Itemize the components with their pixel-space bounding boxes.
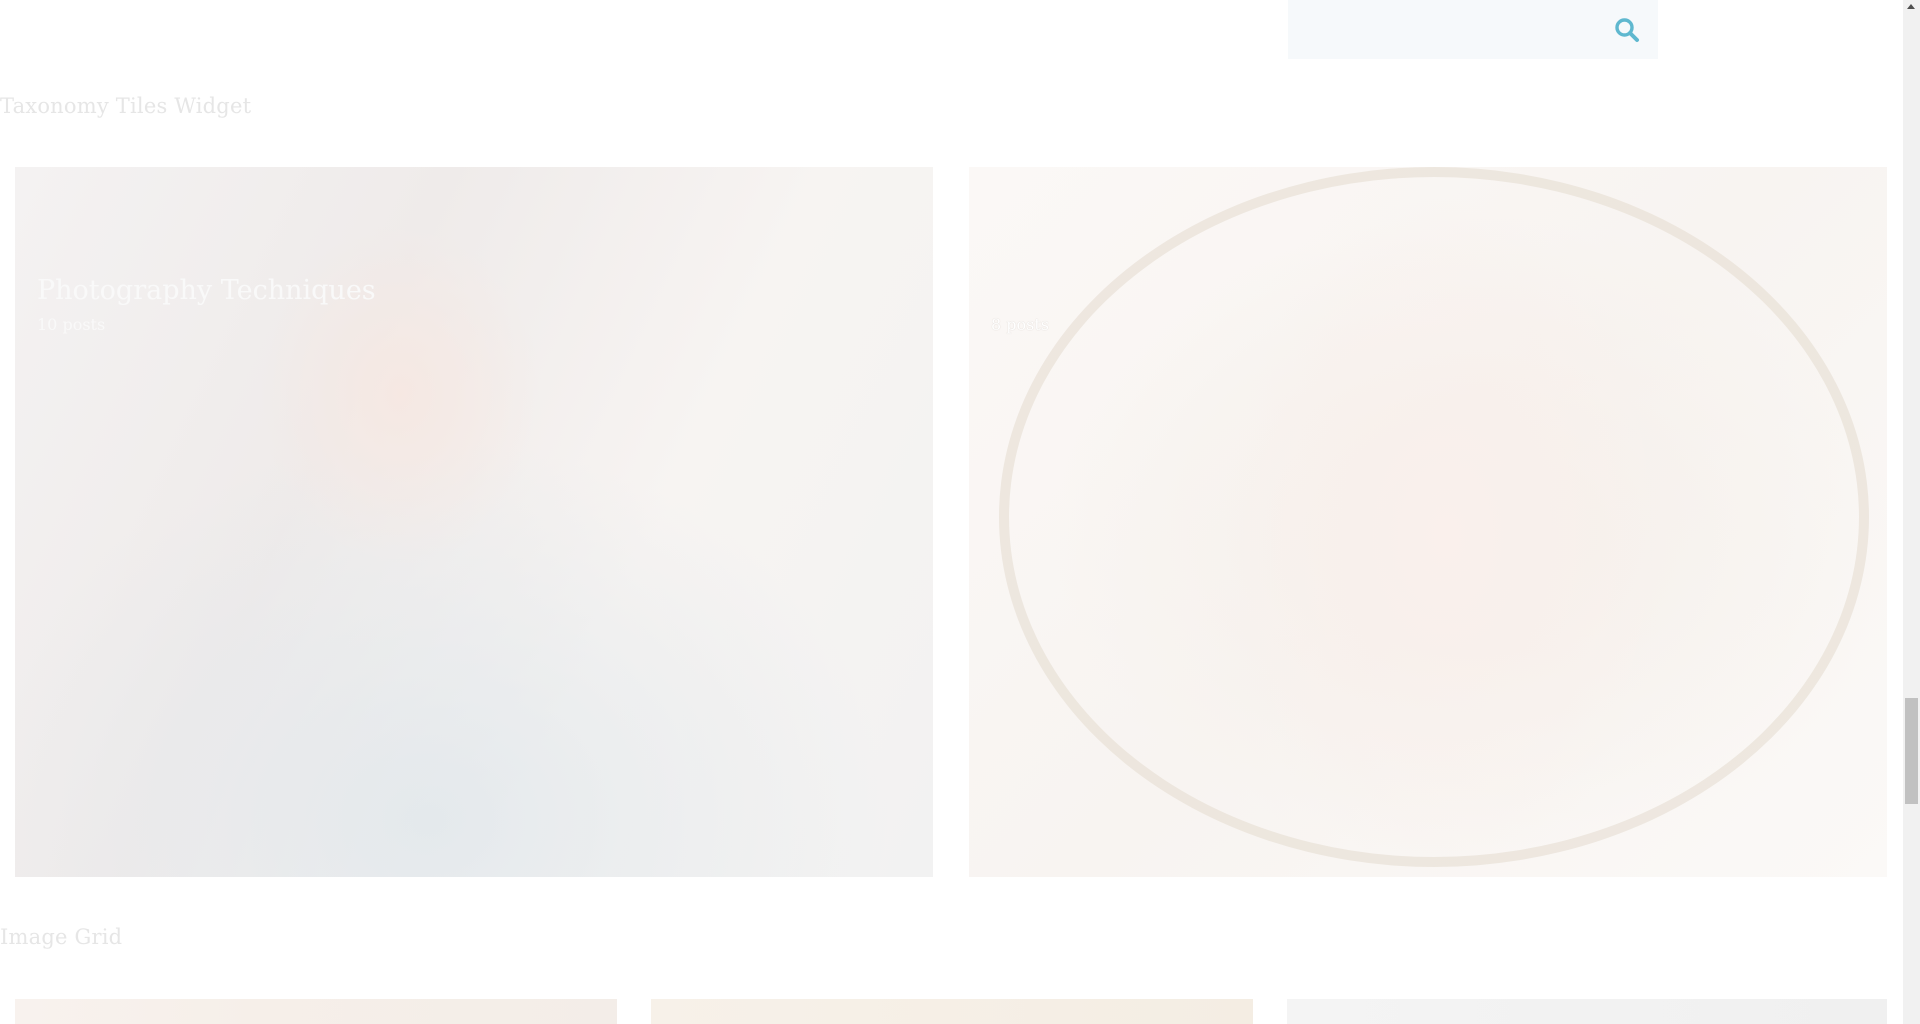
tile-image-basket xyxy=(999,167,1869,867)
image-grid-item[interactable] xyxy=(15,999,617,1024)
vertical-scrollbar[interactable] xyxy=(1903,0,1920,1024)
taxonomy-tiles-heading: Taxonomy Tiles Widget xyxy=(0,94,252,118)
scrollbar-thumb[interactable] xyxy=(1905,698,1918,804)
tile-post-count: 10 posts xyxy=(37,315,106,334)
taxonomy-tile-photography-techniques[interactable]: Photography Techniques 10 posts xyxy=(15,167,933,877)
image-grid-heading: Image Grid xyxy=(0,925,123,949)
taxonomy-tile-2[interactable]: 8 posts xyxy=(969,167,1887,877)
search-icon[interactable] xyxy=(1614,17,1640,43)
image-grid-item[interactable] xyxy=(651,999,1253,1024)
tile-title[interactable]: Photography Techniques xyxy=(37,275,376,306)
search-box[interactable] xyxy=(1288,0,1658,59)
search-input[interactable] xyxy=(1288,0,1620,59)
image-grid-item[interactable] xyxy=(1287,999,1887,1024)
scroll-up-arrow-icon[interactable] xyxy=(1907,4,1915,9)
tile-post-count: 8 posts xyxy=(991,315,1049,334)
